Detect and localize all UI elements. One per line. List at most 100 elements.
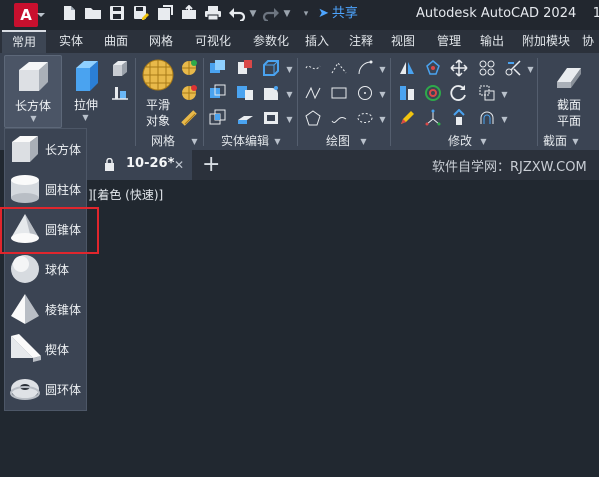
viewport-visual-style-label[interactable]: ][着色 (快速)] <box>88 186 163 203</box>
smooth-object-button[interactable]: 平滑 对象 <box>138 55 178 128</box>
tab-view[interactable]: 视图 <box>386 30 420 53</box>
union-button[interactable] <box>209 59 229 79</box>
shell-button[interactable] <box>262 109 282 129</box>
trim-button[interactable] <box>504 59 522 77</box>
rectangle-button[interactable] <box>330 84 348 102</box>
chevron-down-icon[interactable]: ▼ <box>359 137 368 146</box>
section-plane-button[interactable]: 截面 平面 <box>541 55 597 128</box>
spline-button[interactable] <box>330 109 348 127</box>
box-button[interactable]: 长方体 ▼ <box>4 55 62 128</box>
presspull-button[interactable] <box>110 59 132 79</box>
refine-mesh-button[interactable] <box>180 109 200 129</box>
lock-icon <box>105 158 114 171</box>
polyline2-button[interactable] <box>304 84 322 102</box>
line-button[interactable] <box>304 59 322 77</box>
cylinder-icon <box>11 175 39 203</box>
torus-icon <box>10 379 40 400</box>
dropdown-item-sphere[interactable]: 球体 <box>5 249 86 289</box>
tab-output[interactable]: 输出 <box>474 30 510 53</box>
chevron-down-icon[interactable]: ▼ <box>190 137 199 146</box>
ellipse-button[interactable] <box>356 109 374 127</box>
tab-surface[interactable]: 曲面 <box>94 30 138 53</box>
chevron-down-icon[interactable]: ▼ <box>273 137 282 146</box>
tab-mesh[interactable]: 网格 <box>140 30 182 53</box>
tab-parametric[interactable]: 参数化 <box>242 30 300 53</box>
extrude-icon <box>76 61 98 91</box>
chevron-down-icon[interactable]: ▼ <box>378 65 387 74</box>
3d-move-button[interactable] <box>424 84 442 102</box>
tab-home[interactable]: 常用 <box>2 30 46 53</box>
panel-label-draw: 绘图 <box>325 134 350 148</box>
chevron-down-icon[interactable]: ▼ <box>526 65 535 74</box>
web-mobile-icon[interactable] <box>156 5 174 23</box>
extract-edges-button[interactable] <box>262 59 282 79</box>
share-button[interactable]: ➤ 共享 <box>318 5 358 23</box>
panel-label-section: 截面 <box>542 134 567 148</box>
undo-dropdown-icon[interactable]: ▼ <box>248 5 258 23</box>
chevron-down-icon[interactable]: ▼ <box>285 65 294 74</box>
smooth-more-button[interactable] <box>180 59 200 79</box>
tab-solid[interactable]: 实体 <box>50 30 92 53</box>
document-tab[interactable]: 10-26* ✕ <box>86 150 192 180</box>
tab-insert[interactable]: 插入 <box>300 30 334 53</box>
copy-icon <box>479 85 495 101</box>
dropdown-item-cylinder[interactable]: 圆柱体 <box>5 169 86 209</box>
array-button[interactable] <box>478 59 496 77</box>
offset-button[interactable] <box>478 109 496 127</box>
rotate-button[interactable] <box>450 84 468 102</box>
smooth-less-button[interactable] <box>180 84 200 104</box>
chevron-down-icon[interactable]: ▼ <box>285 90 294 99</box>
chevron-down-icon[interactable]: ▼ <box>571 137 580 146</box>
chevron-down-icon[interactable]: ▼ <box>500 90 509 99</box>
slice-button[interactable] <box>236 84 256 104</box>
extrude-button[interactable]: 拉伸 ▼ <box>66 55 106 128</box>
mirror-button[interactable] <box>398 59 416 77</box>
new-tab-button[interactable]: + <box>202 152 220 178</box>
chevron-down-icon[interactable]: ▼ <box>378 115 387 124</box>
save-as-icon[interactable] <box>132 5 150 23</box>
redo-icon[interactable] <box>262 5 280 23</box>
dropdown-item-wedge[interactable]: 楔体 <box>5 329 86 369</box>
stretch-button[interactable] <box>398 109 416 127</box>
chevron-down-icon[interactable]: ▼ <box>479 137 488 146</box>
chevron-down-icon[interactable]: ▼ <box>285 115 294 124</box>
close-icon[interactable]: ✕ <box>174 158 184 172</box>
panel-divider <box>203 58 204 146</box>
dropdown-item-box[interactable]: 长方体 <box>5 129 86 169</box>
subtract-button[interactable] <box>209 84 229 104</box>
new-file-icon[interactable] <box>60 5 78 23</box>
chevron-down-icon[interactable]: ▼ <box>378 90 387 99</box>
print-icon[interactable] <box>204 5 222 23</box>
arc-button[interactable] <box>356 59 374 77</box>
polysolid-button[interactable] <box>110 83 132 103</box>
thicken-button[interactable] <box>236 109 256 129</box>
scale-button[interactable] <box>398 84 416 102</box>
open-folder-icon[interactable] <box>84 5 102 23</box>
dropdown-item-torus[interactable]: 圆环体 <box>5 369 86 409</box>
export-icon[interactable] <box>180 4 198 23</box>
tab-addins[interactable]: 附加模块 <box>514 30 578 53</box>
3d-align-button[interactable] <box>424 109 442 127</box>
3d-rotate-button[interactable] <box>424 59 442 77</box>
chevron-down-icon[interactable]: ▼ <box>500 115 509 124</box>
polyline-button[interactable] <box>330 59 348 77</box>
app-menu-button[interactable]: A <box>14 3 45 27</box>
tab-manage[interactable]: 管理 <box>430 30 468 53</box>
dropdown-item-pyramid[interactable]: 棱锥体 <box>5 289 86 329</box>
tab-annotate[interactable]: 注释 <box>342 30 380 53</box>
fillet-edge-button[interactable] <box>262 84 282 104</box>
spline-icon <box>331 117 347 123</box>
polygon-button[interactable] <box>304 109 322 127</box>
customize-qat-icon[interactable]: ▾ <box>300 5 312 23</box>
undo-icon[interactable] <box>228 5 246 23</box>
circle-button[interactable] <box>356 84 374 102</box>
tab-collaborate[interactable]: 协 <box>582 30 599 53</box>
erase-button[interactable] <box>450 108 468 127</box>
copy-button[interactable] <box>478 84 496 102</box>
save-icon[interactable] <box>108 5 126 23</box>
move-button[interactable] <box>450 59 468 77</box>
intersect-button[interactable] <box>209 109 229 129</box>
interfere-button[interactable] <box>236 59 256 79</box>
tab-visualize[interactable]: 可视化 <box>184 30 242 53</box>
redo-dropdown-icon[interactable]: ▼ <box>282 5 292 23</box>
